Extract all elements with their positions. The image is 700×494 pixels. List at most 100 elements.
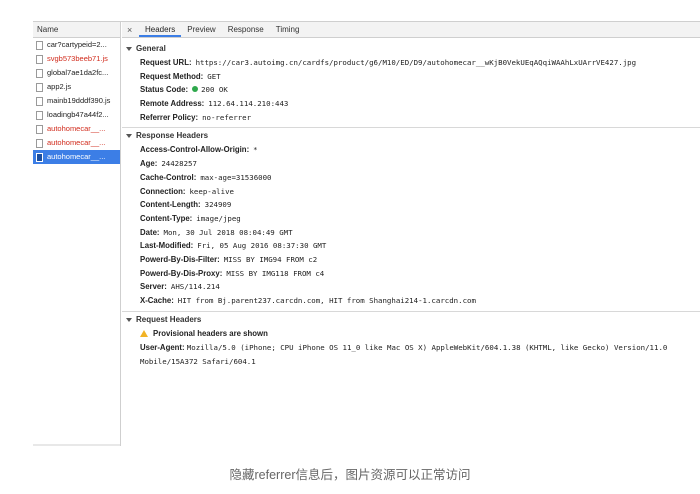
general-section-title: General <box>136 44 166 53</box>
request-list-item[interactable]: autohomecar__... <box>33 122 120 136</box>
close-icon[interactable]: × <box>127 22 139 37</box>
header-key: X-Cache: <box>140 296 174 305</box>
header-key: Content-Length: <box>140 200 201 210</box>
header-value: MISS BY IMG94 FROM c2 <box>223 254 318 264</box>
file-icon <box>36 124 43 134</box>
header-row: Access-Control-Allow-Origin: * <box>126 143 700 157</box>
header-row: Request Method: GET <box>126 70 700 84</box>
header-row: Status Code: 200 OK <box>126 83 700 97</box>
request-list-item[interactable]: autohomecar__... <box>33 150 120 164</box>
header-row: Date: Mon, 30 Jul 2018 08:04:49 GMT <box>126 226 700 240</box>
expand-triangle-icon <box>126 47 132 51</box>
header-row: Connection: keep-alive <box>126 185 700 199</box>
header-value: keep-alive <box>189 186 234 196</box>
header-row: X-Cache: HIT from Bj.parent237.carcdn.com… <box>126 294 700 308</box>
header-key: Powerd-By-Dis-Filter: <box>140 254 220 264</box>
header-key: Last-Modified: <box>140 241 194 251</box>
tab-timing[interactable]: Timing <box>270 22 306 37</box>
expand-triangle-icon <box>126 134 132 139</box>
request-name: loadingb47a44f2... <box>47 110 109 119</box>
header-value: HIT from Bj.parent237.carcdn.com, HIT fr… <box>177 296 476 305</box>
list-footer <box>33 444 120 446</box>
general-section-toggle[interactable]: General <box>126 42 700 56</box>
header-row: Referrer Policy: no-referrer <box>126 111 700 125</box>
header-value: Mozilla/5.0 (iPhone; CPU iPhone OS 11_0 … <box>140 342 668 366</box>
header-key: Remote Address: <box>140 99 205 109</box>
header-key: Request URL: <box>140 58 192 67</box>
file-icon <box>36 152 43 162</box>
header-row: Powerd-By-Dis-Proxy: MISS BY IMG118 FROM … <box>126 267 700 281</box>
file-icon <box>36 54 43 64</box>
request-name: svgb573beeb71.js <box>47 54 108 63</box>
request-headers-title: Request Headers <box>136 314 202 324</box>
header-key: Access-Control-Allow-Origin: <box>140 145 250 155</box>
detail-tabbar: × Headers Preview Response Timing <box>122 22 700 38</box>
header-key: Date: <box>140 227 160 237</box>
header-value: GET <box>207 71 221 81</box>
header-key: Powerd-By-Dis-Proxy: <box>140 268 223 278</box>
file-icon <box>36 68 43 78</box>
request-list-item[interactable]: mainb19dddf390.js <box>33 94 120 108</box>
provisional-warning-text: Provisional headers are shown <box>153 328 268 338</box>
header-key: Content-Type: <box>140 213 193 223</box>
header-value: AHS/114.214 <box>170 282 220 292</box>
request-list-item[interactable]: global7ae1da2fc... <box>33 66 120 80</box>
request-headers-section: Request Headers Provisional headers are … <box>122 313 700 369</box>
file-icon <box>36 138 43 148</box>
tab-preview[interactable]: Preview <box>181 22 221 37</box>
request-name: autohomecar__... <box>47 138 106 147</box>
header-row: Content-Type: image/jpeg <box>126 212 700 226</box>
request-list-item[interactable]: app2.js <box>33 80 120 94</box>
request-detail: × Headers Preview Response Timing Genera… <box>122 22 700 446</box>
name-column-header[interactable]: Name <box>33 22 120 38</box>
header-value: image/jpeg <box>196 213 241 223</box>
header-key: Age: <box>140 159 158 169</box>
request-list-item[interactable]: loadingb47a44f2... <box>33 108 120 122</box>
header-value: https://car3.autoimg.cn/cardfs/product/g… <box>195 58 637 67</box>
header-key: User-Agent: <box>140 342 185 352</box>
tab-response[interactable]: Response <box>222 22 270 37</box>
header-row: Cache-Control: max-age=31536000 <box>126 171 700 185</box>
request-headers-toggle[interactable]: Request Headers <box>126 313 700 327</box>
provisional-warning: Provisional headers are shown <box>126 327 700 341</box>
image-caption: 隐藏referrer信息后，图片资源可以正常访问 <box>229 468 471 482</box>
status-ok-icon <box>192 86 199 93</box>
header-row: Powerd-By-Dis-Filter: MISS BY IMG94 FROM … <box>126 253 700 267</box>
request-list-item[interactable]: car?cartypeid=2... <box>33 38 120 52</box>
section-divider <box>122 310 700 312</box>
header-value: Fri, 05 Aug 2016 08:37:30 GMT <box>197 241 327 251</box>
header-value: 112.64.114.210:443 <box>208 99 289 109</box>
devtools-network-panel: Name car?cartypeid=2... svgb573beeb71.js g… <box>33 21 700 446</box>
header-row: Server: AHS/114.214 <box>126 280 700 294</box>
request-name: global7ae1da2fc... <box>47 68 109 77</box>
request-name: autohomecar__... <box>47 152 106 161</box>
warning-icon <box>140 330 148 338</box>
header-value: no-referrer <box>202 112 252 122</box>
header-value: max-age=31536000 <box>200 172 272 182</box>
request-name: mainb19dddf390.js <box>47 96 111 105</box>
request-list: Name car?cartypeid=2... svgb573beeb71.js g… <box>33 22 121 446</box>
header-row: Request URL: https://car3.autoimg.cn/car… <box>126 56 700 70</box>
request-name: autohomecar__... <box>47 124 106 133</box>
header-value: 24428257 <box>161 159 197 169</box>
header-row: Content-Length: 324909 <box>126 198 700 212</box>
response-headers-toggle[interactable]: Response Headers <box>126 129 700 143</box>
tab-headers[interactable]: Headers <box>139 22 182 37</box>
response-headers-title: Response Headers <box>136 131 209 141</box>
header-row: Last-Modified: Fri, 05 Aug 2016 08:37:30 … <box>126 239 700 253</box>
header-value: Mon, 30 Jul 2018 08:04:49 GMT <box>163 227 293 237</box>
header-key: Server: <box>140 282 167 292</box>
file-icon <box>36 110 43 120</box>
header-value: MISS BY IMG118 FROM c4 <box>226 268 325 278</box>
expand-triangle-icon <box>126 317 132 322</box>
header-key: Cache-Control: <box>140 172 197 182</box>
status-code-value: 200 OK <box>201 85 228 95</box>
header-row: Remote Address: 112.64.114.210:443 <box>126 97 700 111</box>
request-list-item[interactable]: autohomecar__... <box>33 136 120 150</box>
request-list-item[interactable]: svgb573beeb71.js <box>33 52 120 66</box>
header-value: 324909 <box>204 200 232 210</box>
file-icon <box>36 40 43 50</box>
request-name: app2.js <box>47 82 72 91</box>
header-key: Referrer Policy: <box>140 112 199 122</box>
header-key: Status Code: <box>140 85 189 95</box>
